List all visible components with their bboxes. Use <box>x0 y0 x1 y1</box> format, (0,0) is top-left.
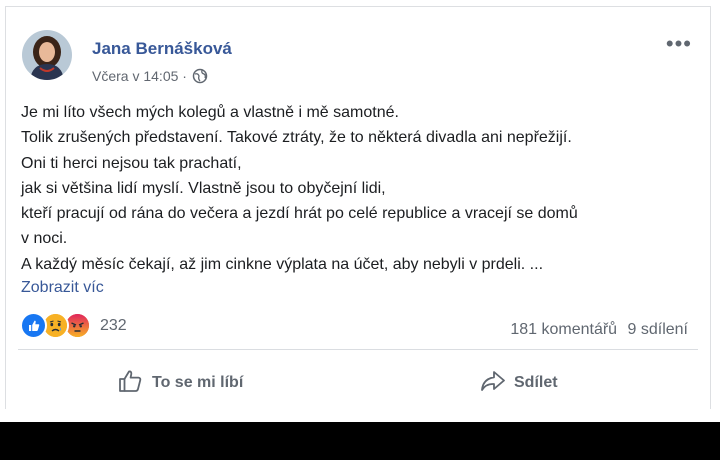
share-button[interactable]: Sdílet <box>480 363 558 403</box>
post-text-line: A každý měsíc čekají, až jim cinkne výpl… <box>21 255 544 273</box>
engagement-counts: 181 komentářů 9 sdílení <box>510 321 688 339</box>
like-button[interactable]: To se mi líbí <box>118 363 243 403</box>
share-count-link[interactable]: 9 sdílení <box>628 321 688 338</box>
post-text-line: Je mi líto všech mých kolegů a vlastně i… <box>21 104 399 121</box>
thumbs-up-icon <box>118 369 144 398</box>
like-reaction-icon <box>20 312 47 339</box>
share-arrow-icon <box>480 369 506 398</box>
share-button-label: Sdílet <box>514 374 558 391</box>
post-text-line: kteří pracují od rána do večera a jezdí … <box>21 205 578 223</box>
post-text: Je mi líto všech mých kolegů a vlastně i… <box>21 100 701 277</box>
post-text-line: jak si většina lidí myslí. Vlastně jsou … <box>21 179 386 197</box>
post-text-line: Tolik zrušených představení. Takové ztrá… <box>21 129 572 147</box>
post-timestamp[interactable]: Včera v 14:05 · <box>92 68 187 84</box>
divider <box>18 349 698 350</box>
post-meta: Včera v 14:05 · <box>92 68 208 84</box>
reaction-count[interactable]: 232 <box>100 317 127 335</box>
author-avatar[interactable] <box>22 30 72 80</box>
post-text-line: v noci. <box>21 230 68 248</box>
post-card: Jana Bernášková Včera v 14:05 · ••• Je m… <box>5 6 711 409</box>
globe-icon[interactable] <box>192 68 208 84</box>
comment-count-link[interactable]: 181 komentářů <box>510 321 617 338</box>
more-options-button[interactable]: ••• <box>666 33 692 55</box>
see-more-link[interactable]: Zobrazit víc <box>21 279 104 297</box>
like-button-label: To se mi líbí <box>152 374 244 391</box>
bottom-black-bar <box>0 422 720 460</box>
post-text-line: Oni ti herci nejsou tak prachatí, <box>21 154 242 172</box>
author-name[interactable]: Jana Bernášková <box>92 39 232 59</box>
reaction-summary[interactable]: 232 <box>20 312 127 339</box>
